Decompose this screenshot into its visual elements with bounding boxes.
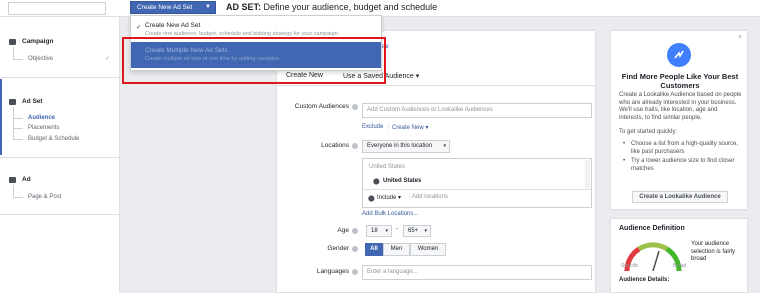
age-max-value: 65+ [408, 228, 419, 234]
check-icon: ✓ [105, 56, 111, 62]
divider [0, 214, 120, 215]
tip-bullet: Try a lower audience size to find closer… [623, 158, 741, 173]
location-mode-select[interactable]: Everyone in this location ▾ [362, 140, 450, 153]
sidebar: Campaign Objective ✓ Ad Set Audience Pla… [0, 17, 120, 293]
divider [363, 189, 591, 190]
create-new-audience-link[interactable]: Create New ▾ [392, 124, 428, 131]
custom-audiences-input[interactable]: Add Custom Audiences or Lookalike Audien… [362, 103, 592, 118]
tree-tick [13, 128, 23, 129]
lookalike-tip-card: × Find More People Like Your Best Custom… [610, 30, 748, 210]
tree-line [13, 107, 14, 140]
tip-bullet: Choose a list from a high-quality source… [623, 141, 741, 156]
sidebar-item-objective[interactable]: Objective [28, 56, 53, 62]
create-new-audience-label: Create New [392, 125, 424, 131]
location-mode-value: Everyone in this location [367, 143, 433, 149]
info-icon[interactable] [352, 228, 358, 234]
age-dash: - [396, 226, 398, 232]
pin-icon: ⬤ [368, 196, 375, 202]
page-title-bold: AD SET: [226, 2, 262, 12]
active-section-bar [0, 79, 2, 155]
audience-definition-title: Audience Definition [619, 225, 685, 232]
tree-tick [13, 118, 23, 119]
gender-all-button[interactable]: All [365, 243, 383, 256]
location-scrollbar[interactable] [585, 160, 590, 188]
age-min-select[interactable]: 18 ▾ [366, 225, 392, 237]
info-icon[interactable] [352, 246, 358, 252]
gauge-broad-label: Broad [673, 263, 687, 269]
audience-definition-text: Your audience selection is fairly broad [691, 241, 736, 262]
divider [0, 77, 120, 78]
caret-down-icon: ▾ [398, 195, 402, 201]
divider [0, 157, 120, 158]
caret-down-icon: ▾ [425, 125, 429, 131]
custom-audiences-label: Custom Audiences [294, 103, 349, 110]
caret-down-icon: ▾ [424, 228, 427, 234]
search-input[interactable] [8, 2, 106, 15]
campaign-icon [9, 39, 16, 45]
selected-location: United States [383, 178, 422, 184]
location-group-header: United States [369, 164, 406, 170]
separator: | [388, 124, 390, 130]
gauge-specific-label: Specific [621, 263, 639, 269]
sidebar-item-audience[interactable]: Audience [28, 115, 55, 121]
add-locations-input[interactable]: | Add locations [409, 194, 448, 200]
include-select[interactable]: Include ▾ [377, 194, 401, 201]
gender-women-button[interactable]: Women [410, 243, 446, 256]
gender-men-button[interactable]: Men [383, 243, 410, 256]
tree-line [13, 47, 14, 59]
languages-input[interactable]: Enter a language... [362, 265, 592, 280]
add-bulk-locations-link[interactable]: Add Bulk Locations... [362, 211, 418, 217]
caret-down-icon: ▾ [443, 143, 446, 149]
close-icon[interactable]: × [738, 34, 742, 41]
ad-icon [9, 177, 16, 183]
age-label: Age [337, 227, 349, 234]
pin-icon: ⬤ [373, 179, 380, 185]
caret-down-icon: ▾ [385, 228, 388, 234]
create-mode-dropdown-button[interactable]: Create New Ad Set ▼ [130, 1, 216, 14]
age-max-select[interactable]: 65+ ▾ [403, 225, 431, 237]
tip-title: Find More People Like Your Best Customer… [621, 72, 739, 90]
languages-label: Languages [316, 268, 349, 275]
sidebar-item-budget-schedule[interactable]: Budget & Schedule [28, 136, 79, 142]
sidebar-adset[interactable]: Ad Set [22, 98, 43, 105]
location-list: United States ⬤ United States ⬤ Include … [362, 158, 592, 208]
tree-tick [13, 59, 23, 60]
create-lookalike-button[interactable]: Create a Lookalike Audience [632, 191, 728, 203]
audience-definition-card: Audience Definition Specific Broad Your … [610, 218, 748, 293]
create-mode-label: Create New Ad Set [137, 4, 193, 11]
sidebar-ad[interactable]: Ad [22, 176, 31, 183]
page-title-text: Define your audience, budget and schedul… [261, 2, 438, 12]
page-title: AD SET: Define your audience, budget and… [226, 2, 437, 12]
tree-tick [13, 139, 23, 140]
audience-details-label: Audience Details: [619, 277, 670, 283]
exclude-link[interactable]: Exclude [362, 124, 383, 130]
tip-body: Create a Lookalike Audience based on peo… [619, 92, 742, 121]
check-icon: ✓ [136, 25, 142, 31]
gender-label: Gender [327, 245, 349, 252]
caret-down-icon: ▾ [415, 73, 420, 80]
include-label: Include [377, 195, 397, 201]
chevron-down-icon: ▼ [205, 4, 211, 10]
info-icon[interactable] [352, 104, 358, 110]
tree-tick [13, 197, 23, 198]
info-icon[interactable] [352, 269, 358, 275]
lookalike-icon [667, 43, 691, 67]
sidebar-item-page-post[interactable]: Page & Post [28, 194, 61, 200]
add-locations-placeholder: Add locations [411, 194, 448, 200]
age-min-value: 18 [371, 228, 378, 234]
tip-header: To get started quickly: [619, 129, 678, 135]
highlight-annotation [122, 37, 386, 84]
sidebar-campaign[interactable]: Campaign [22, 38, 53, 45]
info-icon[interactable] [352, 143, 358, 149]
adset-icon [9, 99, 16, 105]
locations-label: Locations [321, 142, 349, 149]
sidebar-item-placements[interactable]: Placements [28, 125, 59, 131]
menu-item-title: Create New Ad Set [145, 22, 201, 29]
tree-line [13, 185, 14, 197]
